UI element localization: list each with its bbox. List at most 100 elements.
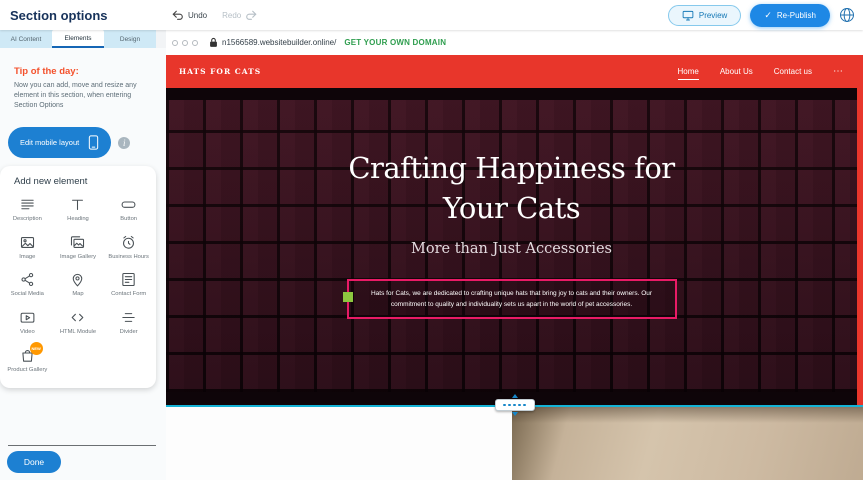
- page-title: Section options: [10, 8, 108, 23]
- element-divider[interactable]: Divider: [103, 309, 154, 337]
- element-html-module[interactable]: HTML Module: [53, 309, 104, 337]
- edit-mobile-layout-button[interactable]: Edit mobile layout: [8, 127, 111, 158]
- hero-description-box[interactable]: Hats for Cats, we are dedicated to craft…: [347, 279, 677, 319]
- new-badge: NEW: [30, 342, 43, 355]
- resize-arrow-down-icon: [512, 412, 518, 416]
- hero-description-text: Hats for Cats, we are dedicated to craft…: [358, 288, 666, 310]
- done-button[interactable]: Done: [7, 451, 61, 473]
- nav-item-about-us[interactable]: About Us: [720, 63, 753, 80]
- element-label: Map: [55, 291, 101, 299]
- hero-content: Crafting Happiness for Your Cats More tha…: [166, 88, 857, 405]
- element-image-gallery[interactable]: Image Gallery: [53, 234, 104, 262]
- element-label: Description: [4, 216, 50, 224]
- element-label: HTML Module: [55, 329, 101, 337]
- hero-title[interactable]: Crafting Happiness for Your Cats: [348, 148, 674, 228]
- panel-tabs: AI ContentElementsDesign: [0, 30, 156, 48]
- check-icon: ✓: [764, 11, 772, 20]
- next-section[interactable]: [166, 407, 863, 480]
- redo-icon: [245, 10, 257, 21]
- button-icon: [120, 196, 137, 213]
- window-dot: [182, 40, 188, 46]
- info-icon[interactable]: i: [118, 137, 130, 149]
- undo-button[interactable]: Undo: [172, 10, 207, 21]
- undo-label: Undo: [188, 11, 207, 20]
- preview-button[interactable]: Preview: [668, 5, 741, 26]
- undo-redo-controls: Undo Redo: [172, 0, 257, 30]
- element-image[interactable]: Image: [2, 234, 53, 262]
- window-dot: [172, 40, 178, 46]
- element-label: Contact Form: [106, 291, 152, 299]
- redo-label: Redo: [222, 11, 241, 20]
- element-label: Product Gallery: [4, 367, 50, 375]
- element-description[interactable]: Description: [2, 196, 53, 224]
- site-url: n1566589.websitebuilder.online/: [222, 38, 336, 47]
- hero-title-line2: Your Cats: [443, 191, 580, 225]
- republish-label: Re-Publish: [777, 11, 816, 20]
- business-hours-icon: [120, 234, 137, 251]
- element-product-gallery[interactable]: Product GalleryNEW: [2, 347, 53, 375]
- element-label: Image Gallery: [55, 254, 101, 262]
- element-label: Button: [106, 216, 152, 224]
- undo-icon: [172, 10, 184, 21]
- globe-icon[interactable]: [839, 7, 855, 23]
- element-label: Divider: [106, 329, 152, 337]
- tip-of-the-day: Tip of the day: Now you can add, move an…: [0, 48, 166, 115]
- window-dot: [192, 40, 198, 46]
- topbar: Section options Undo Redo Preview ✓ Re-P…: [0, 0, 863, 30]
- browser-bar: n1566589.websitebuilder.online/ GET YOUR…: [166, 30, 863, 55]
- tab-design[interactable]: Design: [104, 30, 156, 48]
- edit-mobile-label: Edit mobile layout: [20, 138, 79, 147]
- image-icon: [19, 234, 36, 251]
- nav-more-button[interactable]: ⋯: [833, 66, 843, 77]
- selection-handle[interactable]: [343, 292, 353, 302]
- add-element-panel: Add new element Description Heading Button…: [0, 166, 156, 388]
- video-icon: [19, 309, 36, 326]
- element-heading[interactable]: Heading: [53, 196, 104, 224]
- carpet-image: [512, 407, 863, 480]
- html-module-icon: [69, 309, 86, 326]
- resize-arrow-up-icon: [512, 394, 518, 398]
- tab-elements[interactable]: Elements: [52, 30, 104, 48]
- nav-item-contact-us[interactable]: Contact us: [774, 63, 812, 80]
- add-element-grid: Description Heading Button Image Image Galle…: [2, 196, 154, 374]
- site-header: HATS FOR CATS Home About Us Contact us ⋯: [166, 55, 863, 88]
- mobile-layout-row: Edit mobile layout i: [8, 127, 166, 158]
- element-label: Heading: [55, 216, 101, 224]
- tab-ai-content[interactable]: AI Content: [0, 30, 52, 48]
- divider-icon: [120, 309, 137, 326]
- social-media-icon: [19, 271, 36, 288]
- site-logo[interactable]: HATS FOR CATS: [179, 67, 261, 76]
- element-social-media[interactable]: Social Media: [2, 271, 53, 299]
- lock-icon: [209, 37, 218, 48]
- element-business-hours[interactable]: Business Hours: [103, 234, 154, 262]
- get-domain-link[interactable]: GET YOUR OWN DOMAIN: [344, 38, 446, 47]
- redo-button[interactable]: Redo: [222, 10, 257, 21]
- tip-title: Tip of the day:: [14, 66, 150, 77]
- map-icon: [69, 271, 86, 288]
- element-button[interactable]: Button: [103, 196, 154, 224]
- element-map[interactable]: Map: [53, 271, 104, 299]
- republish-button[interactable]: ✓ Re-Publish: [750, 4, 830, 27]
- element-label: Video: [4, 329, 50, 337]
- topbar-actions: Preview ✓ Re-Publish: [668, 4, 863, 27]
- element-label: Image: [4, 254, 50, 262]
- sidebar-divider: [8, 445, 156, 446]
- image-gallery-icon: [69, 234, 86, 251]
- nav-item-home[interactable]: Home: [678, 63, 699, 80]
- hero-subtitle[interactable]: More than Just Accessories: [411, 241, 612, 257]
- website-canvas: HATS FOR CATS Home About Us Contact us ⋯ C…: [166, 55, 863, 480]
- heading-icon: [69, 196, 86, 213]
- phone-icon: [88, 135, 99, 150]
- add-element-title: Add new element: [14, 176, 154, 187]
- monitor-icon: [682, 10, 694, 21]
- element-contact-form[interactable]: Contact Form: [103, 271, 154, 299]
- element-label: Business Hours: [106, 254, 152, 262]
- hero-section[interactable]: Crafting Happiness for Your Cats More tha…: [166, 88, 857, 405]
- browser-preview: n1566589.websitebuilder.online/ GET YOUR…: [166, 30, 863, 480]
- element-video[interactable]: Video: [2, 309, 53, 337]
- section-resize-handle[interactable]: [495, 394, 535, 416]
- hero-title-line1: Crafting Happiness for: [348, 151, 674, 185]
- description-icon: [19, 196, 36, 213]
- preview-label: Preview: [699, 11, 727, 20]
- tip-body: Now you can add, move and resize any ele…: [14, 81, 150, 111]
